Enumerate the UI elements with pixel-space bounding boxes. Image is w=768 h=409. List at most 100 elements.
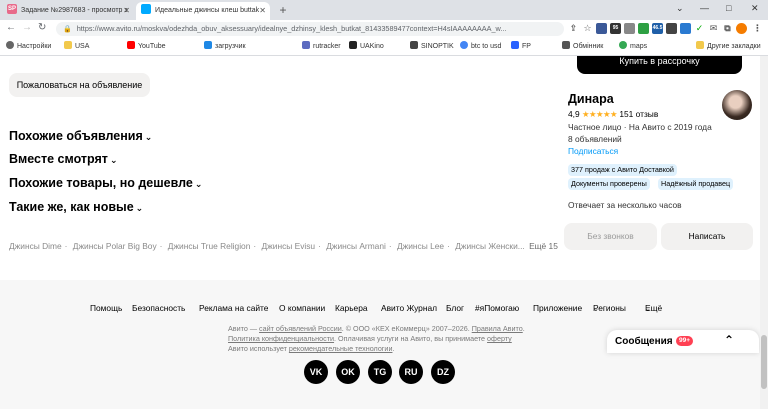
puzzle-icon[interactable]: ⧉ xyxy=(722,23,733,34)
badge-reliable-seller: Надёжный продавец xyxy=(658,178,734,190)
section-similar-ads[interactable]: Похожие объявления ⌄ xyxy=(9,129,152,143)
rating-stars-icon: ★★★★★ xyxy=(581,109,618,119)
extension-check-icon[interactable]: ✓ xyxy=(694,23,705,34)
bookmark-youtube[interactable]: YouTube xyxy=(127,41,166,52)
scrollbar-thumb[interactable] xyxy=(761,335,767,389)
section-title: Вместе смотрят xyxy=(9,152,108,166)
related-link[interactable]: Джинсы Evisu xyxy=(262,241,316,251)
bookmark-rutracker[interactable]: rutracker xyxy=(302,41,341,52)
bookmark-fp[interactable]: FP xyxy=(511,41,531,52)
forward-icon[interactable]: → xyxy=(22,22,32,33)
seller-ads-count[interactable]: 8 объявлений xyxy=(568,134,622,144)
extension-grid-icon[interactable] xyxy=(624,23,635,34)
messages-count-badge: 99+ xyxy=(676,336,694,346)
badge-documents-verified: Документы проверены xyxy=(568,178,650,190)
footer-link-regions[interactable]: Регионы ⌄ xyxy=(593,303,626,313)
section-cheaper-similar[interactable]: Похожие товары, но дешевле ⌄ xyxy=(9,176,202,190)
bookmark-btc[interactable]: btc to usd xyxy=(460,41,501,52)
star-icon[interactable]: ☆ xyxy=(582,23,593,34)
footer-link-security[interactable]: Безопасность xyxy=(132,303,185,313)
subscribe-link[interactable]: Подписаться xyxy=(568,146,618,156)
tab-task[interactable]: SP Задание №2987683 - просмотр з ✕ xyxy=(2,2,134,20)
new-tab-icon[interactable]: + xyxy=(276,4,290,16)
bookmark-other[interactable]: Другие закладки xyxy=(696,41,761,52)
reviews-count: 151 отзыв xyxy=(619,109,659,119)
footer-link-ads[interactable]: Реклама на сайте xyxy=(199,303,268,313)
share-icon[interactable]: ⇪ xyxy=(568,23,579,34)
tab-label: Задание №2987683 - просмотр з xyxy=(21,7,128,14)
profile-avatar-icon[interactable] xyxy=(736,23,747,34)
privacy-link[interactable]: Политика конфиденциальности xyxy=(228,334,334,343)
footer-link-about[interactable]: О компании xyxy=(279,303,325,313)
telegram-icon[interactable]: TG xyxy=(368,360,392,384)
footer-link-help-hashtag[interactable]: #яПомогаю xyxy=(475,303,519,313)
related-link[interactable]: Джинсы Lee xyxy=(397,241,444,251)
page-content: Пожаловаться на объявление Похожие объяв… xyxy=(0,56,760,409)
classifieds-link[interactable]: сайт объявлений России xyxy=(259,324,342,333)
footer-link-help[interactable]: Помощь xyxy=(90,303,122,313)
bookmark-maps[interactable]: maps xyxy=(619,41,647,52)
recommendation-tech-link[interactable]: рекомендательные технологии xyxy=(289,344,393,353)
messages-widget[interactable]: Сообщения 99+ ⌃ xyxy=(607,330,759,353)
close-tab-icon[interactable]: ✕ xyxy=(259,2,266,20)
report-ad-button[interactable]: Пожаловаться на объявление xyxy=(9,73,150,97)
maximize-icon[interactable]: □ xyxy=(726,3,731,13)
reload-icon[interactable]: ↻ xyxy=(38,22,46,33)
section-like-new[interactable]: Такие же, как новые ⌄ xyxy=(9,200,143,214)
extension-mail-icon[interactable]: ✉ xyxy=(708,23,719,34)
legal-line-3: Авито использует рекомендательные технол… xyxy=(228,344,395,353)
related-link[interactable]: Джинсы True Religion xyxy=(168,241,251,251)
close-tab-icon[interactable]: ✕ xyxy=(123,2,130,20)
seller-rating[interactable]: 4,9 ★★★★★ 151 отзыв xyxy=(568,109,658,119)
offer-link[interactable]: оферту xyxy=(487,334,512,343)
seller-avatar[interactable] xyxy=(722,90,752,120)
section-title: Похожие товары, но дешевле xyxy=(9,176,193,190)
lock-icon: 🔒 xyxy=(63,26,72,33)
bookmark-loader[interactable]: загрузчик xyxy=(204,41,246,52)
related-link[interactable]: Джинсы Dime xyxy=(9,241,62,251)
seller-name[interactable]: Динара xyxy=(568,92,614,106)
extension-vpn-icon[interactable] xyxy=(680,23,691,34)
back-icon[interactable]: ← xyxy=(6,22,16,33)
extension-ltc-icon[interactable]: 46.5 xyxy=(652,23,663,34)
close-window-icon[interactable]: ✕ xyxy=(751,3,759,14)
bookmark-usa[interactable]: USA xyxy=(64,41,89,52)
footer-link-app[interactable]: Приложение xyxy=(533,303,582,313)
footer-link-blog[interactable]: Блог xyxy=(446,303,464,313)
tab-search-icon[interactable]: ⌄ xyxy=(676,3,684,14)
more-links-button[interactable]: Ещё 15 xyxy=(529,241,558,251)
minimize-icon[interactable]: — xyxy=(700,3,709,13)
extension-ua-icon[interactable] xyxy=(596,23,607,34)
tab-avito[interactable]: Идеальные джинсы клеш buttak ✕ xyxy=(136,2,270,20)
odnoklassniki-icon[interactable]: OK xyxy=(336,360,360,384)
write-button[interactable]: Написать xyxy=(661,223,753,250)
footer-link-career[interactable]: Карьера xyxy=(335,303,368,313)
rutracker-icon xyxy=(302,41,310,50)
buy-installments-button[interactable]: Купить в рассрочку xyxy=(577,56,742,74)
bookmark-exchange[interactable]: Обмінник xyxy=(562,41,603,52)
gear-icon xyxy=(6,41,14,50)
extension-badge-icon[interactable]: 95 xyxy=(610,23,621,34)
chevron-up-icon[interactable]: ⌃ xyxy=(724,333,734,347)
related-link[interactable]: Джинсы Polar Big Boy xyxy=(73,241,157,251)
rutube-icon[interactable]: RU xyxy=(399,360,423,384)
section-viewed-together[interactable]: Вместе смотрят ⌄ xyxy=(9,152,117,166)
no-calls-button: Без звонков xyxy=(564,223,657,250)
footer-link-more[interactable]: Ещё ⌄ xyxy=(645,303,662,313)
vk-icon[interactable]: VK xyxy=(304,360,328,384)
weather-icon xyxy=(410,41,418,50)
address-bar[interactable]: 🔒 https://www.avito.ru/moskva/odezhda_obu… xyxy=(56,22,564,36)
rules-link[interactable]: Правила Авито xyxy=(472,324,523,333)
dzen-icon[interactable]: DZ xyxy=(431,360,455,384)
related-link[interactable]: Джинсы Женски... xyxy=(455,241,525,251)
bookmark-settings[interactable]: Настройки xyxy=(6,41,51,52)
footer-link-journal[interactable]: Авито Журнал xyxy=(381,303,437,313)
scrollbar[interactable] xyxy=(760,56,768,409)
bookmark-uakino[interactable]: UAKino xyxy=(349,41,384,52)
menu-icon[interactable]: ⋮ xyxy=(752,23,763,34)
url-text: https://www.avito.ru/moskva/odezhda_obuv… xyxy=(76,24,507,33)
related-link[interactable]: Джинсы Armani xyxy=(326,241,386,251)
bookmark-sinoptik[interactable]: SINOPTIK xyxy=(410,41,454,52)
extension-green-icon[interactable] xyxy=(638,23,649,34)
extension-moon-icon[interactable] xyxy=(666,23,677,34)
